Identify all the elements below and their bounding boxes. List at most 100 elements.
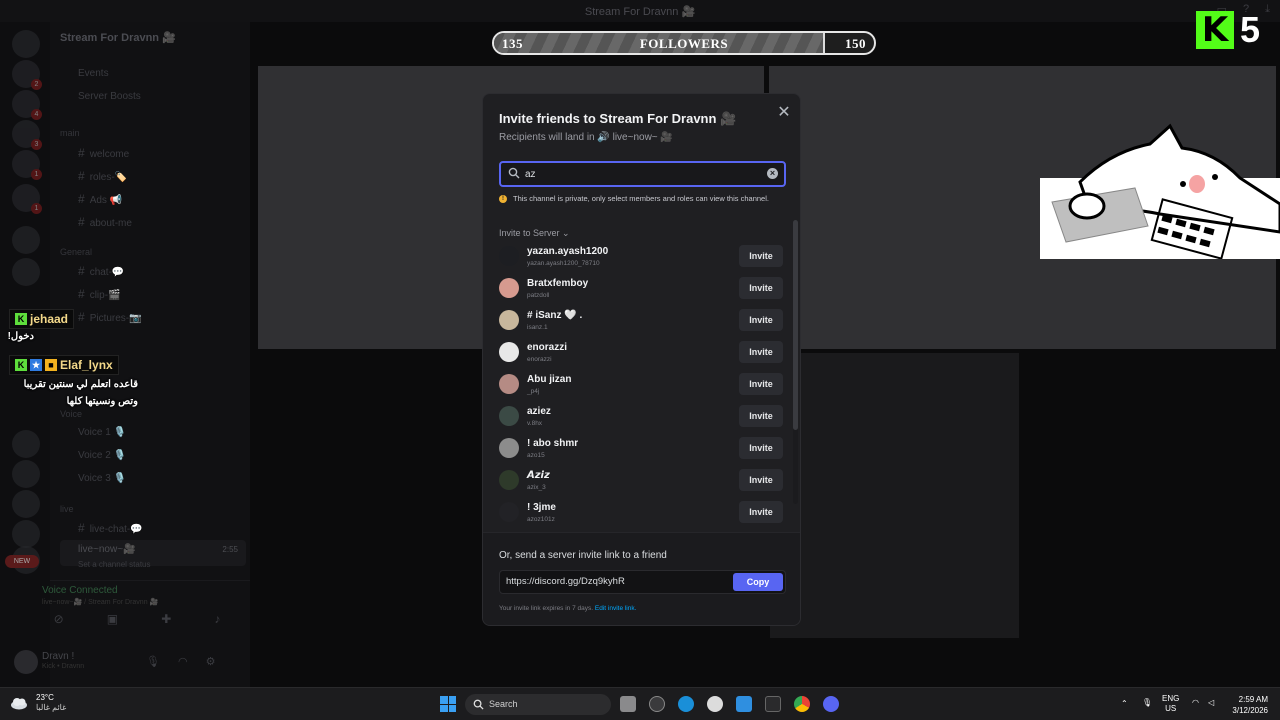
user-row[interactable]: ! abo shmr azo15 Invite [495,432,791,464]
microphone-icon[interactable]: 🎙 [146,655,160,668]
channel-voice-3[interactable]: Voice 3 🎙️ [78,473,126,484]
discord-icon[interactable] [823,696,839,712]
category-main[interactable]: main [60,128,80,138]
server-icon[interactable]: 4 [12,90,42,120]
edit-invite-link[interactable]: Edit invite link. [595,605,637,612]
volume-icon[interactable]: ◁ [1208,698,1214,708]
windows-taskbar: 23°C غائم غالبا Search ⌃ 🎙 ENG US ◠ ◁ 2:… [0,687,1280,720]
invite-button[interactable]: Invite [739,501,783,523]
server-icon[interactable]: 2 [12,60,42,90]
channel-chat[interactable]: chat-💬 [78,264,125,278]
voice-controls: ⊘ ▣ ✚ ♪ [32,612,242,626]
invite-link-text[interactable]: https://discord.gg/Dzq9kyhR [506,576,625,587]
weather-widget[interactable]: 23°C غائم غالبا [10,693,66,713]
taskbar-search[interactable]: Search [465,694,611,715]
server-icon[interactable] [12,226,40,254]
voice-connected-label[interactable]: Voice Connected [42,585,118,596]
scrollbar-thumb[interactable] [793,220,798,430]
steam-icon[interactable] [765,696,781,712]
copy-button[interactable]: Copy [733,573,783,591]
boosts-item[interactable]: Server Boosts [78,91,141,102]
user-row[interactable]: Bratxfemboy patzdoll Invite [495,272,791,304]
user-row[interactable]: # iSanz 🤍 . isanz.1 Invite [495,304,791,336]
user-name[interactable]: Dravn ! [42,651,74,662]
edge-icon[interactable] [678,696,694,712]
settings-icon[interactable] [707,696,723,712]
user-row[interactable]: 𝘼𝙯𝙞𝙯 azix_3 Invite [495,464,791,496]
user-row[interactable]: ! 3jme azoz101z Invite [495,496,791,528]
server-icon[interactable]: 1 [12,184,42,214]
invite-button[interactable]: Invite [739,437,783,459]
discord-home-icon[interactable] [12,30,40,58]
user-handle: azo15 [527,452,545,459]
user-row[interactable]: yazan.ayash1200 yazan.ayash1200_78710 Invi… [495,240,791,272]
channel-about-me[interactable]: about-me [78,215,132,229]
language-indicator[interactable]: ENG US [1162,694,1179,714]
server-icon[interactable] [12,460,40,488]
chrome-icon[interactable] [794,696,810,712]
close-icon[interactable]: ✕ [775,104,793,122]
channel-voice-2[interactable]: Voice 2 🎙️ [78,450,126,461]
invite-button[interactable]: Invite [739,341,783,363]
app-icon[interactable] [649,696,665,712]
window-title: Stream For Dravnn 🎥 [584,6,696,18]
invite-button[interactable]: Invite [739,309,783,331]
user-list-scrollbar[interactable] [793,220,798,504]
invite-to-server-label[interactable]: Invite to Server ⌄ [499,228,570,239]
show-hidden-icons[interactable]: ⌃ [1121,699,1128,709]
category-general[interactable]: General [60,247,92,257]
server-icon[interactable] [12,258,40,286]
channel-live-chat[interactable]: live-chat-💬 [78,521,143,535]
server-icon[interactable] [12,490,40,518]
user-display-name: ! 3jme [527,502,556,513]
headphones-icon[interactable]: ◠ [178,655,188,668]
events-item[interactable]: Events [78,68,109,79]
user-handle: isanz.1 [527,324,548,331]
invite-button[interactable]: Invite [739,277,783,299]
channel-roles[interactable]: roles-🏷️ [78,169,127,183]
channel-clip[interactable]: clip-🎬 [78,287,121,301]
avatar [499,310,519,330]
invite-button[interactable]: Invite [739,245,783,267]
user-row[interactable]: aziez v.8hx Invite [495,400,791,432]
server-name[interactable]: Stream For Dravnn 🎥 [60,31,176,44]
channel-pictures[interactable]: Pictures-📷 [78,310,142,324]
invite-button[interactable]: Invite [739,373,783,395]
private-channel-warning: ! This channel is private, only select m… [499,194,769,203]
friend-search-box[interactable]: × [499,161,786,187]
invite-button[interactable]: Invite [739,469,783,491]
followers-label: FOLLOWERS [639,36,729,51]
task-view-icon[interactable] [620,696,636,712]
server-icon[interactable]: 3 [12,120,42,150]
set-status-link[interactable]: Set a channel status [78,560,151,569]
server-icon[interactable]: 1 [12,150,42,180]
modal-title: Invite friends to Stream For Dravnn 🎥 [499,111,737,126]
user-row[interactable]: Abu jizan _p4j Invite [495,368,791,400]
server-icon[interactable] [12,430,40,458]
invite-button[interactable]: Invite [739,405,783,427]
activities-icon[interactable]: ✚ [161,612,171,626]
clear-search-icon[interactable]: × [767,168,778,179]
download-icon[interactable]: ⤓ [1265,3,1270,16]
settings-gear-icon[interactable]: ⚙ [206,655,216,668]
camera-icon[interactable]: ⊘ [54,612,64,626]
wifi-icon[interactable]: ◠ [1192,698,1199,708]
channel-voice-1[interactable]: Voice 1 🎙️ [78,427,126,438]
voice-channel-path[interactable]: live~now~🎥 / Stream For Dravnn 🎥 [42,598,158,606]
participant-tile[interactable] [770,353,1019,638]
search-input[interactable] [525,165,755,183]
invite-link-box[interactable]: https://discord.gg/Dzq9kyhR Copy [499,570,786,594]
soundboard-icon[interactable]: ♪ [214,612,220,626]
microphone-tray-icon[interactable]: 🎙 [1142,698,1152,708]
user-row[interactable]: enorazzi enorazzi Invite [495,336,791,368]
channel-ads[interactable]: Ads 📢 [78,192,122,206]
screen-share-icon[interactable]: ▣ [107,612,118,626]
store-icon[interactable] [736,696,752,712]
system-clock[interactable]: 2:59 AM 3/12/2026 [1224,694,1268,716]
avatar[interactable] [14,650,38,674]
category-live[interactable]: live [60,504,74,514]
windows-start-icon[interactable] [440,696,456,712]
category-voice[interactable]: Voice [60,409,82,419]
server-icon[interactable] [12,520,40,548]
channel-welcome[interactable]: welcome [78,146,129,160]
